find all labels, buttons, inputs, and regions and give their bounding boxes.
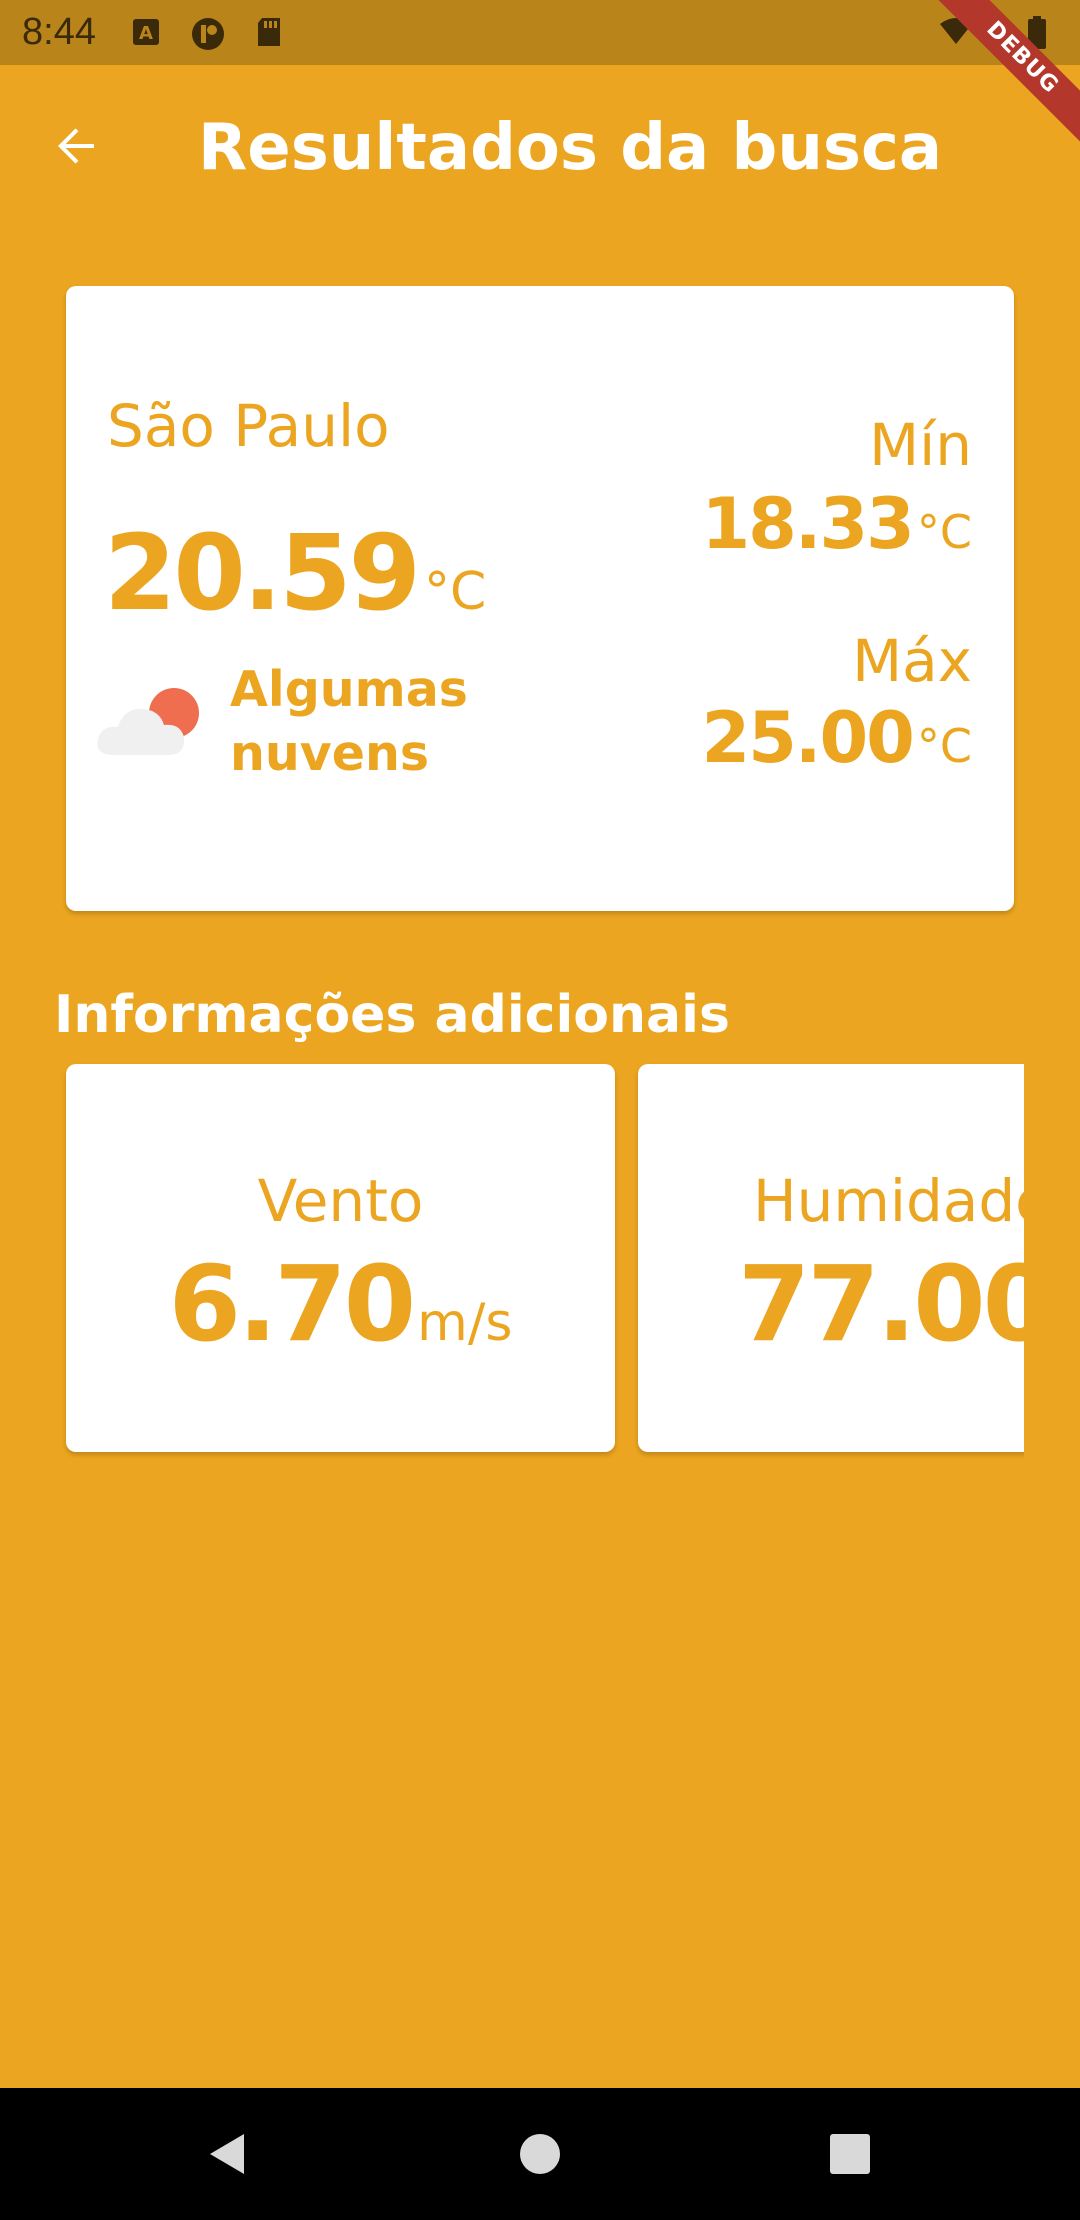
humidity-value: 77.00	[738, 1243, 1024, 1365]
wind-label: Vento	[257, 1167, 424, 1235]
humidity-card: Humidade 77.00	[638, 1064, 1024, 1452]
svg-text:A: A	[139, 23, 153, 44]
triangle-back-icon	[210, 2134, 244, 2174]
current-temperature: 20.59 °C	[104, 518, 486, 628]
max-temperature: 25.00°C	[701, 696, 972, 780]
square-recents-icon	[830, 2134, 870, 2174]
nav-home-button[interactable]	[510, 2124, 570, 2184]
weather-description: Algumas nuvens	[230, 661, 468, 782]
app-notification-icon	[190, 16, 224, 50]
navigation-bar	[0, 2088, 1080, 2220]
section-title: Informações adicionais	[54, 985, 730, 1045]
min-temperature: 18.33°C	[701, 482, 972, 566]
humidity-label: Humidade	[753, 1167, 1024, 1235]
status-bar: 8:44 A DEBUG	[0, 0, 1080, 156]
max-label: Máx	[852, 627, 972, 695]
page-title: Resultados da busca	[198, 111, 943, 185]
wind-speed: 6.70m/s	[66, 1244, 615, 1364]
temperature-value: 20.59	[104, 512, 421, 634]
weather-card: São Paulo 20.59 °C Algumas nuvens Mín 18.…	[66, 286, 1014, 911]
city-name: São Paulo	[107, 392, 390, 460]
sd-card-icon	[254, 16, 286, 48]
back-button[interactable]	[40, 110, 112, 182]
circle-home-icon	[520, 2134, 560, 2174]
app-bar: Resultados da busca	[0, 65, 1080, 225]
max-value: 25.00	[701, 697, 914, 779]
keyboard-a-icon: A	[130, 16, 162, 48]
min-unit: °C	[916, 505, 972, 559]
min-value: 18.33	[701, 483, 914, 565]
max-unit: °C	[916, 719, 972, 773]
temperature-unit: °C	[423, 562, 487, 622]
info-cards-scroller[interactable]: Vento 6.70m/s Humidade 77.00	[0, 1060, 1024, 1460]
wind-value: 6.70	[168, 1243, 417, 1365]
partly-cloudy-icon	[94, 681, 214, 761]
wind-unit: m/s	[417, 1293, 513, 1353]
wind-card: Vento 6.70m/s	[66, 1064, 615, 1452]
min-label: Mín	[869, 411, 972, 479]
arrow-back-icon	[58, 128, 94, 164]
status-time: 8:44	[22, 11, 96, 53]
humidity-reading: 77.00	[738, 1244, 1024, 1364]
nav-back-button[interactable]	[196, 2124, 256, 2184]
nav-recents-button[interactable]	[820, 2124, 880, 2184]
